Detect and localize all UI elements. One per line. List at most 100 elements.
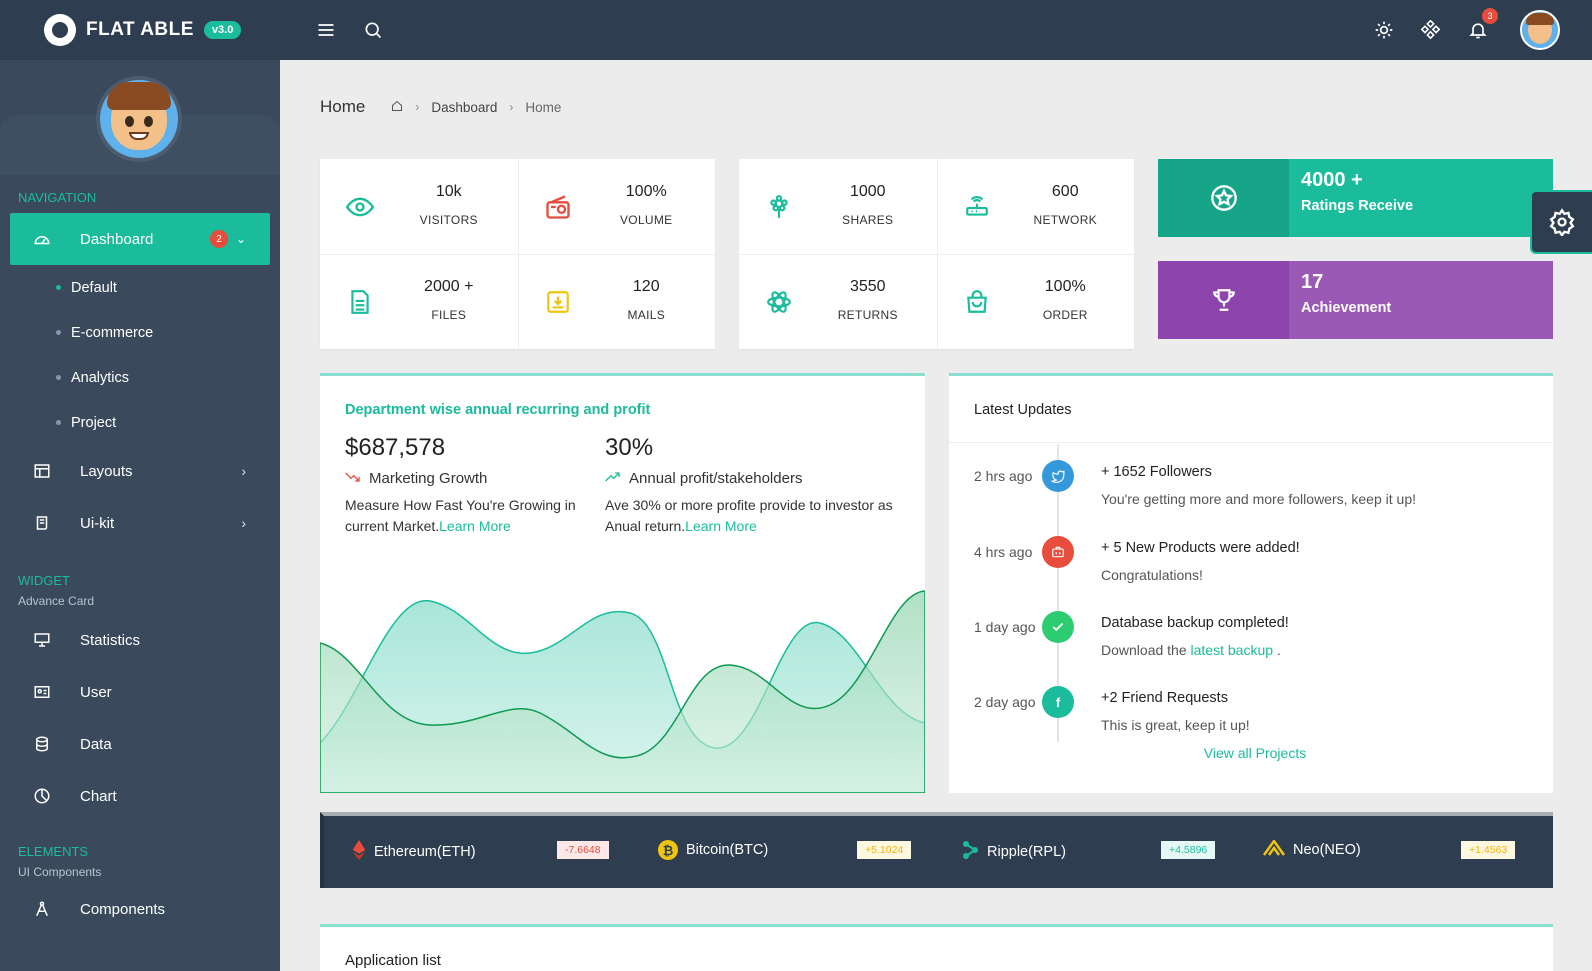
layout-icon (32, 461, 52, 481)
version-badge: v3.0 (203, 21, 242, 39)
apps-icon[interactable] (1417, 16, 1445, 44)
trophy-icon (1158, 261, 1289, 339)
stat-network: 600 NETWORK (937, 159, 1135, 254)
updates-title: Latest Updates (974, 402, 1072, 418)
menu-toggle-icon[interactable] (312, 16, 340, 44)
sidebar-item-layouts[interactable]: Layouts › (0, 445, 280, 497)
check-icon (1042, 611, 1074, 643)
brand-name: FLAT ABLE (86, 19, 194, 40)
neo-icon (1262, 838, 1286, 860)
breadcrumb-dashboard[interactable]: Dashboard (431, 100, 497, 115)
pie-chart-icon (32, 786, 52, 806)
search-icon[interactable] (359, 16, 387, 44)
chevron-right-icon: › (241, 463, 246, 479)
brand-logo-icon (44, 14, 76, 46)
ticker-neo[interactable]: Neo(NEO) (1262, 838, 1361, 860)
marketing-growth-block: $687,578 Marketing Growth Measure How Fa… (345, 434, 595, 537)
breadcrumb-home: Home (525, 99, 562, 115)
widget-subcaption: Advance Card (18, 594, 95, 608)
chevron-right-icon: › (415, 100, 420, 114)
id-card-icon (32, 682, 52, 702)
sidebar-item-chart[interactable]: Chart (0, 770, 280, 822)
timeline-item: 2 day ago f +2 Friend Requests This is g… (949, 680, 1553, 750)
achievement-value: 17 (1301, 271, 1324, 293)
stat-returns: 3550 RETURNS (739, 254, 937, 349)
dashboard-badge: 2 (210, 230, 228, 248)
bitcoin-icon: ₿ (658, 840, 678, 860)
chevron-right-icon: › (241, 515, 246, 531)
sidebar-item-label: Dashboard (80, 230, 154, 248)
ethereum-icon (352, 840, 366, 864)
sidebar-item-data[interactable]: Data (0, 718, 280, 770)
avatar[interactable] (96, 76, 182, 162)
chevron-down-icon: ⌄ (235, 232, 246, 246)
compass-icon (32, 899, 52, 919)
sidebar-item-dashboard[interactable]: Dashboard 2 ⌄ (10, 213, 270, 265)
sidebar: FLAT ABLE v3.0 NAVIGATION Dashboard 2 ⌄ … (0, 0, 280, 971)
latest-updates-card: Latest Updates 2 hrs ago + 1652 Follower… (949, 373, 1553, 793)
star-circle-icon (1158, 159, 1289, 237)
breadcrumb: Home › Dashboard › Home (320, 97, 561, 117)
ticker-rpl[interactable]: Ripple(RPL) (961, 840, 1066, 864)
ticker-btc-value: +5.1024 (857, 841, 912, 859)
presentation-icon (32, 630, 52, 650)
home-icon[interactable] (391, 100, 403, 115)
chevron-right-icon: › (509, 100, 514, 114)
facebook-icon: f (1042, 686, 1074, 718)
view-all-projects-link[interactable]: View all Projects (949, 745, 1553, 761)
ripple-icon (961, 840, 979, 864)
achievement-label: Achievement (1301, 300, 1392, 316)
sidebar-subitem-analytics[interactable]: Analytics (0, 355, 280, 400)
elements-caption: ELEMENTS (18, 844, 89, 859)
speedometer-icon (32, 229, 52, 249)
ticker-eth[interactable]: Ethereum(ETH) (352, 840, 476, 864)
briefcase-icon (1042, 536, 1074, 568)
stat-visitors: 10k VISITORS (320, 159, 518, 254)
stat-order: 100% ORDER (937, 254, 1135, 349)
achievement-card: 17 Achievement (1158, 261, 1553, 339)
sidebar-item-user[interactable]: User (0, 666, 280, 718)
annual-profit-block: 30% Annual profit/stakeholders Ave 30% o… (605, 434, 900, 537)
elements-subcaption: UI Components (18, 865, 102, 879)
timeline-item: 2 hrs ago + 1652 Followers You're gettin… (949, 454, 1553, 524)
notification-badge: 3 (1482, 8, 1498, 24)
stat-volume: 100% VOLUME (518, 159, 716, 254)
trending-down-icon (345, 470, 361, 487)
ticker-neo-value: +1.4563 (1461, 841, 1516, 859)
user-avatar[interactable] (1520, 10, 1560, 50)
application-list-title: Application list (345, 952, 441, 969)
bell-icon[interactable]: 3 (1464, 8, 1498, 44)
topbar: 3 (280, 0, 1592, 60)
page-title: Home (320, 97, 366, 116)
ratings-label: Ratings Receive (1301, 198, 1414, 214)
brand[interactable]: FLAT ABLE v3.0 (0, 0, 280, 60)
sidebar-item-statistics[interactable]: Statistics (0, 614, 280, 666)
sidebar-item-components[interactable]: Components (0, 883, 280, 935)
ticker-eth-value: -7.6648 (557, 841, 609, 859)
sidebar-item-uikit[interactable]: Ui-kit › (0, 497, 280, 549)
sun-icon[interactable] (1370, 16, 1398, 44)
learn-more-link[interactable]: Learn More (685, 518, 757, 534)
trending-up-icon (605, 470, 621, 487)
widget-caption: WIDGET (18, 573, 70, 588)
profile-area (0, 60, 280, 175)
sidebar-subitem-default[interactable]: Default (0, 265, 280, 310)
gear-icon[interactable] (1530, 190, 1592, 254)
learn-more-link[interactable]: Learn More (439, 518, 511, 534)
stats-group-right: 1000 SHARES 600 NETWORK 3550 RETURNS 100… (739, 159, 1134, 349)
application-list-card: Application list (320, 924, 1553, 971)
department-title: Department wise annual recurring and pro… (345, 402, 651, 418)
ticker-rpl-value: +4.5896 (1161, 841, 1216, 859)
sidebar-subitem-project[interactable]: Project (0, 400, 280, 445)
ratings-value: 4000 + (1301, 169, 1363, 191)
database-icon (32, 734, 52, 754)
marketing-amount: $687,578 (345, 434, 446, 461)
ratings-card: 4000 + Ratings Receive (1158, 159, 1553, 237)
ticker-btc[interactable]: ₿ Bitcoin(BTC) (658, 840, 768, 860)
profit-percent: 30% (605, 434, 654, 461)
sidebar-subitem-ecommerce[interactable]: E-commerce (0, 310, 280, 355)
area-wave-chart (320, 590, 925, 793)
scroll-icon (32, 513, 52, 533)
stat-shares: 1000 SHARES (739, 159, 937, 254)
latest-backup-link[interactable]: latest backup (1191, 642, 1274, 658)
